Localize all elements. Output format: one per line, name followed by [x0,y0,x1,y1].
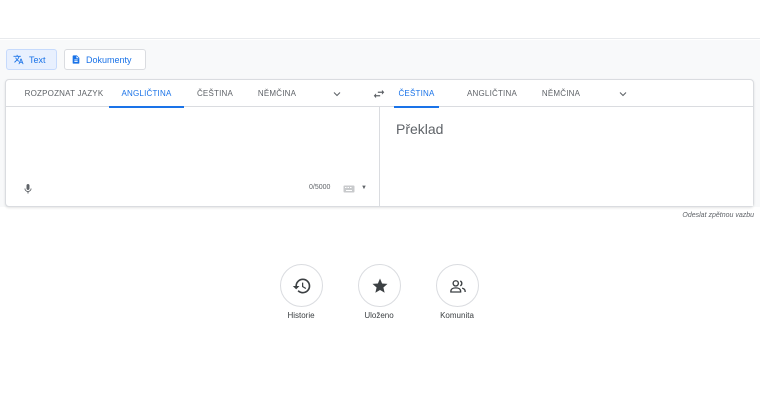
saved-label: Uloženo [364,311,394,320]
source-text-area[interactable]: 0/5000 ▼ [6,108,379,206]
chevron-down-icon[interactable] [331,88,343,100]
translate-icon [13,54,24,65]
microphone-icon[interactable] [22,182,34,196]
documents-mode-button[interactable]: Dokumenty [64,49,146,70]
source-lang-czech[interactable]: ČEŠTINA [191,80,239,107]
documents-mode-label: Dokumenty [86,54,132,65]
text-mode-label: Text [29,54,46,65]
history-button[interactable] [280,264,323,307]
source-lang-detect[interactable]: ROZPOZNAT JAZYK [14,80,114,107]
target-lang-czech[interactable]: ČEŠTINA [394,80,439,108]
translation-output-area: Překlad [380,108,753,206]
language-bar: ROZPOZNAT JAZYK ANGLIČTINA ČEŠTINA NĚMČI… [6,80,753,108]
swap-icon[interactable] [372,87,386,101]
community-label: Komunita [440,311,474,320]
top-bar [0,0,760,39]
star-icon [372,278,387,293]
translation-placeholder: Překlad [396,121,444,137]
keyboard-icon[interactable] [343,185,355,193]
character-counter: 0/5000 [309,184,331,191]
saved-button[interactable] [358,264,401,307]
document-icon [72,55,80,64]
send-feedback-link[interactable]: Odeslat zpětnou vazbu [682,212,754,219]
keyboard-dropdown-arrow[interactable]: ▼ [361,185,367,191]
chevron-down-icon[interactable] [617,88,629,100]
people-icon [449,279,466,293]
history-icon [292,278,310,293]
community-button[interactable] [436,264,479,307]
text-mode-button[interactable]: Text [6,49,57,70]
target-lang-german[interactable]: NĚMČINA [536,80,586,107]
target-lang-english[interactable]: ANGLIČTINA [461,80,523,107]
history-label: Historie [287,311,315,320]
source-lang-english[interactable]: ANGLIČTINA [109,80,184,108]
source-lang-german[interactable]: NĚMČINA [251,80,303,107]
translation-card: ROZPOZNAT JAZYK ANGLIČTINA ČEŠTINA NĚMČI… [5,79,754,207]
